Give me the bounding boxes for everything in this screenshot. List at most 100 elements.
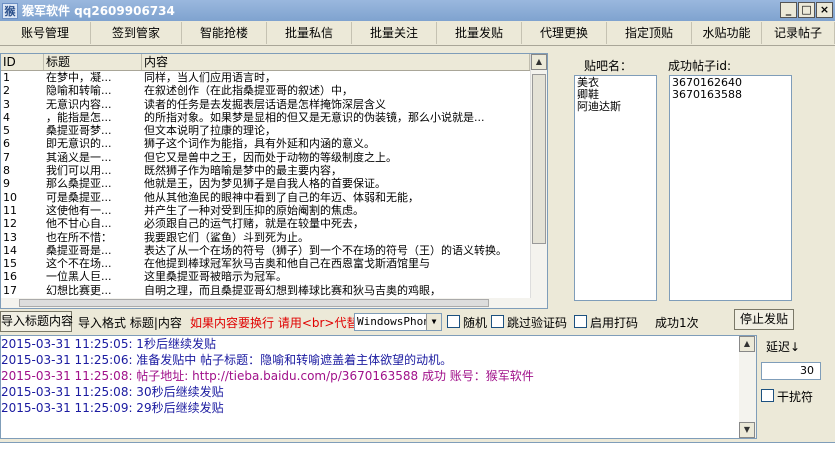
toolbar-button[interactable]: 水贴功能 <box>692 22 762 44</box>
row-id: 11 <box>3 203 17 217</box>
newline-hint: 如果内容要换行 请用<br>代替 <box>190 316 359 330</box>
enable-code-checkbox[interactable] <box>574 315 587 328</box>
close-button[interactable]: × <box>816 2 833 18</box>
interfere-label: 干扰符 <box>777 390 814 404</box>
device-select[interactable]: WindowsPhon ▼ <box>354 313 442 331</box>
bars-list[interactable]: 美衣 卿鞋 阿迪达斯 <box>574 75 657 301</box>
row-content: 在叙述创作（在此指桑提亚哥的叙述）中， <box>144 84 353 98</box>
row-id: 9 <box>3 177 10 191</box>
dropdown-arrow-icon[interactable]: ▼ <box>426 314 441 330</box>
row-id: 15 <box>3 257 17 271</box>
log-line: 2015-03-31 11:25:09: 29秒后继续发贴 <box>1 401 224 415</box>
bar-list-item[interactable]: 阿迪达斯 <box>577 101 654 113</box>
table-row[interactable]: 15 这个不在场... 在他提到棒球冠军狄马吉奥和他自己在西恩富戈斯酒馆里与 <box>1 257 547 270</box>
row-title: 那么桑提亚... <box>46 177 112 191</box>
table-row[interactable]: 11 这使他有一... 并产生了一种对受到压抑的原始阉割的焦虑。 <box>1 204 547 217</box>
log-line: 2015-03-31 11:25:05: 1秒后继续发贴 <box>1 337 216 351</box>
toolbar-button[interactable]: 批量发贴 <box>437 22 522 44</box>
table-row[interactable]: 5 桑提亚哥梦... 但文本说明了拉康的理论， <box>1 124 547 137</box>
row-content: 但它又是兽中之王，因而处于动物的等级制度之上。 <box>144 150 397 164</box>
table-row[interactable]: 4 ，能指是怎... 的所指对象。如果梦是显相的但又是无意识的伪装镜，那么小说就是.… <box>1 111 547 124</box>
toolbar-button[interactable]: 批量关注 <box>352 22 437 44</box>
row-content: 表达了从一个在场的符号（狮子）到一个不在场的符号（王）的语义转换。 <box>144 243 507 257</box>
bars-label: 贴吧名： <box>584 59 633 73</box>
log-vscroll[interactable]: ▲ ▼ <box>739 336 756 438</box>
post-table[interactable]: ID 标题 内容 1 在梦中，凝... 同样，当人们应用语言时， 2 隐喻和转喻... 在… <box>0 53 548 309</box>
row-id: 12 <box>3 217 17 231</box>
title-bar: 猴 猴军软件 qq2609906734 _ □ × <box>0 0 835 21</box>
toolbar-button[interactable]: 签到管家 <box>91 22 182 44</box>
row-title: 也在所不惜： <box>46 230 112 244</box>
table-row[interactable]: 2 隐喻和转喻... 在叙述创作（在此指桑提亚哥的叙述）中， <box>1 84 547 97</box>
table-hscroll[interactable] <box>1 298 532 308</box>
table-row[interactable]: 7 其涵义是一... 但它又是兽中之王，因而处于动物的等级制度之上。 <box>1 151 547 164</box>
header-content[interactable]: 内容 <box>142 54 530 70</box>
row-content: 必须跟自己的运气打赌，就是在较量中死去， <box>144 217 364 231</box>
toolbar-button[interactable]: 智能抢楼 <box>182 22 267 44</box>
success-count: 成功1次 <box>655 316 699 330</box>
row-title: 其涵义是一... <box>46 150 112 164</box>
table-row[interactable]: 9 那么桑提亚... 他就是王，因为梦见狮子是自我人格的首要保证。 <box>1 177 547 190</box>
table-row[interactable]: 17 幻想比赛更... 自明之理，而且桑提亚哥幻想到棒球比赛和狄马吉奥的鸡眼， <box>1 284 547 297</box>
log-scroll-down-icon[interactable]: ▼ <box>739 422 755 438</box>
row-title: 他不甘心自... <box>46 217 112 231</box>
interfere-checkbox[interactable] <box>761 389 774 402</box>
log-panel[interactable]: 2015-03-31 11:25:05: 1秒后继续发贴 2015-03-31 1… <box>0 335 757 439</box>
table-row[interactable]: 12 他不甘心自... 必须跟自己的运气打赌，就是在较量中死去， <box>1 217 547 230</box>
import-title-button[interactable]: 导入标题内容 <box>0 311 73 332</box>
row-content: 既然狮子作为暗喻是梦中的最主要内容， <box>144 164 342 178</box>
table-row[interactable]: 3 无意识内容... 读者的任务是去发掘表层话语是怎样掩饰深层含义 <box>1 98 547 111</box>
row-id: 5 <box>3 124 10 138</box>
scroll-thumb[interactable] <box>532 74 546 244</box>
skip-captcha-checkbox[interactable] <box>491 315 504 328</box>
table-header: ID 标题 内容 <box>1 54 547 71</box>
row-title: 桑提亚哥梦... <box>46 124 112 138</box>
delay-input[interactable]: 30 <box>761 362 821 380</box>
minimize-button[interactable]: _ <box>780 2 797 18</box>
stop-post-button[interactable]: 停止发贴 <box>734 309 794 330</box>
header-id[interactable]: ID <box>1 54 44 70</box>
log-scroll-up-icon[interactable]: ▲ <box>739 336 755 352</box>
table-vscroll[interactable]: ▲ <box>530 54 547 308</box>
row-title: 幻想比赛更... <box>46 283 112 297</box>
row-id: 3 <box>3 97 10 111</box>
success-ids-list[interactable]: 3670162640 3670163588 <box>669 75 792 301</box>
table-row[interactable]: 1 在梦中，凝... 同样，当人们应用语言时， <box>1 71 547 84</box>
table-body: 1 在梦中，凝... 同样，当人们应用语言时， 2 隐喻和转喻... 在叙述创作（在此指桑… <box>1 71 547 297</box>
row-content: 自明之理，而且桑提亚哥幻想到棒球比赛和狄马吉奥的鸡眼， <box>144 283 441 297</box>
log-line: 2015-03-31 11:25:08: 帖子地址: http://tieba.… <box>1 369 534 383</box>
row-id: 4 <box>3 110 10 124</box>
random-checkbox[interactable] <box>447 315 460 328</box>
toolbar-button[interactable]: 指定顶贴 <box>607 22 692 44</box>
toolbar-button[interactable]: 批量私信 <box>267 22 352 44</box>
row-content: 他从其他渔民的眼神中看到了自己的年迈、体弱和无能， <box>144 190 419 204</box>
row-title: 这个不在场... <box>46 257 112 271</box>
row-title: 即无意识的... <box>46 137 112 151</box>
log-line: 2015-03-31 11:25:06: 准备发贴中 帖子标题：隐喻和转喻遮盖着… <box>1 353 453 367</box>
toolbar-button[interactable]: 记录帖子 <box>762 22 835 44</box>
row-id: 13 <box>3 230 17 244</box>
scroll-up-arrow-icon[interactable]: ▲ <box>531 54 547 70</box>
toolbar-button[interactable]: 账号管理 <box>0 22 91 44</box>
table-row[interactable]: 13 也在所不惜： 我要跟它们（鲨鱼）斗到死为止。 <box>1 231 547 244</box>
row-id: 6 <box>3 137 10 151</box>
maximize-button[interactable]: □ <box>798 2 815 18</box>
row-title: 这使他有一... <box>46 203 112 217</box>
success-id-item[interactable]: 3670163588 <box>672 89 789 101</box>
row-id: 16 <box>3 270 17 284</box>
table-row[interactable]: 8 我们可以用... 既然狮子作为暗喻是梦中的最主要内容， <box>1 164 547 177</box>
table-row[interactable]: 6 即无意识的... 狮子这个词作为能指，具有外延和内涵的意义。 <box>1 137 547 150</box>
row-content: 的所指对象。如果梦是显相的但又是无意识的伪装镜，那么小说就是... <box>144 110 485 124</box>
row-content: 并产生了一种对受到压抑的原始阉割的焦虑。 <box>144 203 364 217</box>
row-title: 一位黑人巨... <box>46 270 112 284</box>
row-content: 狮子这个词作为能指，具有外延和内涵的意义。 <box>144 137 375 151</box>
row-id: 2 <box>3 84 10 98</box>
random-label: 随机 <box>463 316 488 330</box>
bottom-input[interactable] <box>0 442 835 454</box>
table-row[interactable]: 16 一位黑人巨... 这里桑提亚哥被暗示为冠军。 <box>1 270 547 283</box>
table-row[interactable]: 14 桑提亚哥是... 表达了从一个在场的符号（狮子）到一个不在场的符号（王）的语义… <box>1 244 547 257</box>
header-title[interactable]: 标题 <box>44 54 142 70</box>
table-row[interactable]: 10 可是桑提亚... 他从其他渔民的眼神中看到了自己的年迈、体弱和无能， <box>1 191 547 204</box>
toolbar-button[interactable]: 代理更换 <box>522 22 607 44</box>
row-content: 他就是王，因为梦见狮子是自我人格的首要保证。 <box>144 177 386 191</box>
